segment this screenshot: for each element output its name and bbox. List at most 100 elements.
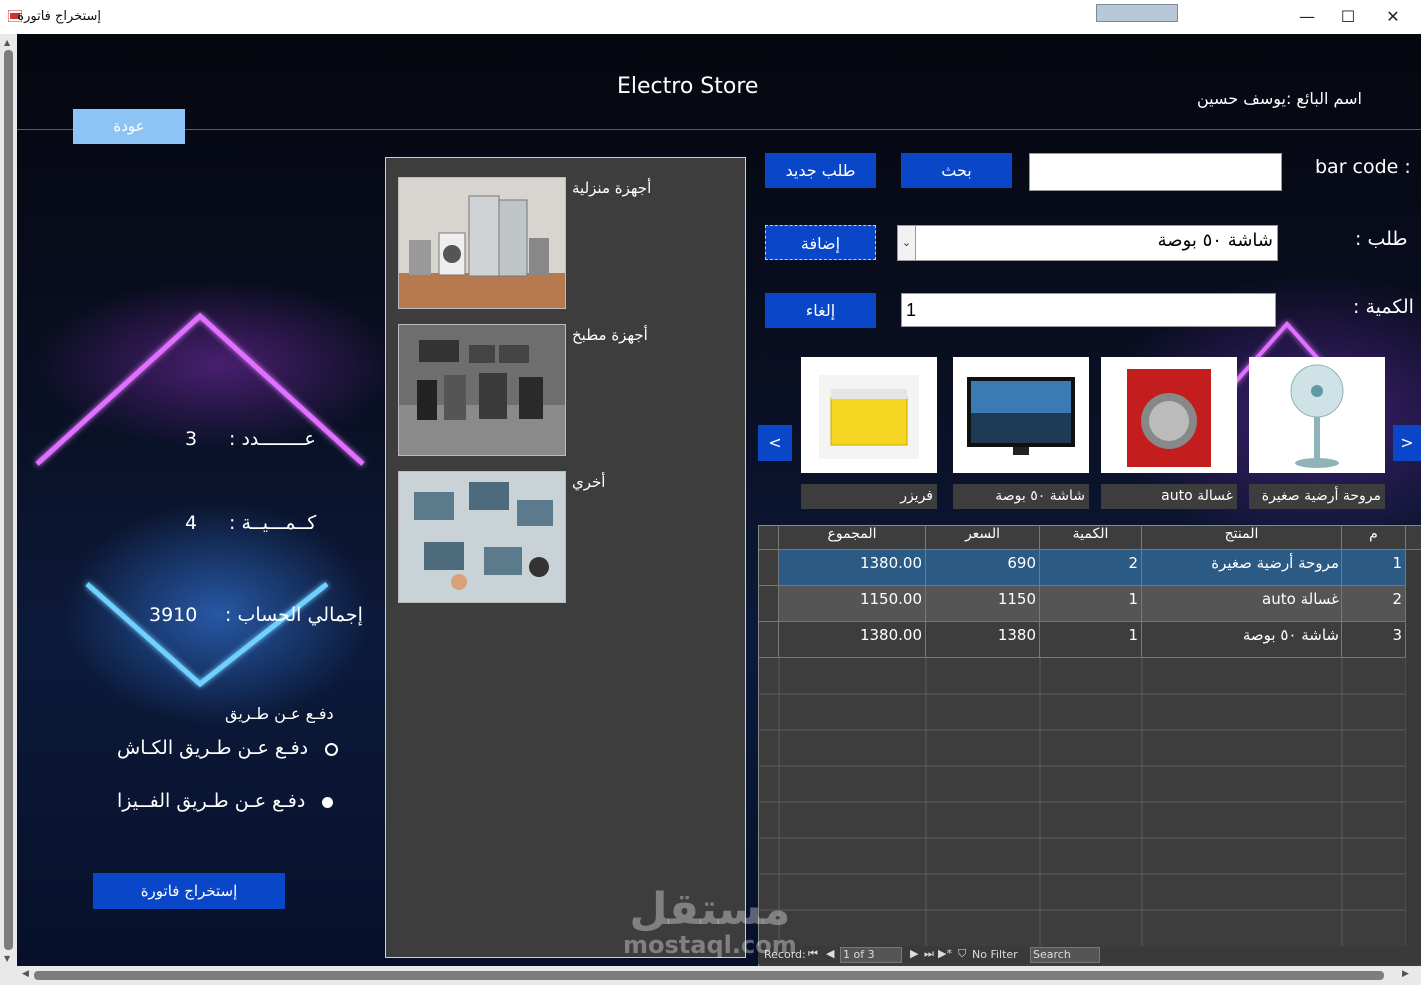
- row-total[interactable]: 1150.00: [779, 586, 926, 622]
- category-kitchen-label[interactable]: أجهزة مطبخ: [572, 326, 648, 344]
- header-index[interactable]: م: [1342, 526, 1406, 550]
- product-name-freezer: فريزر: [801, 484, 937, 509]
- scroll-right-icon[interactable]: ▶: [1402, 969, 1409, 979]
- carousel-prev-button[interactable]: <: [758, 425, 792, 461]
- new-order-button[interactable]: طلب جديد: [765, 153, 876, 188]
- scroll-left-icon[interactable]: ◀: [22, 969, 29, 979]
- header-divider: [17, 129, 1421, 130]
- quantity-input[interactable]: [901, 293, 1276, 327]
- row-product-text: مروحة أرضية صغيرة: [1211, 554, 1339, 572]
- seller-name: اسم البائع :يوسف حسين: [1197, 89, 1362, 108]
- freezer-image[interactable]: [801, 357, 937, 473]
- row-quantity[interactable]: 1: [1040, 622, 1142, 658]
- maximize-button[interactable]: ☐: [1325, 0, 1371, 34]
- payment-cash-label: دفـع عـن طـريق الكـاش: [117, 737, 309, 759]
- header-total[interactable]: المجموع: [779, 526, 926, 550]
- row-price[interactable]: 1380: [926, 622, 1040, 658]
- row-price[interactable]: 690: [926, 550, 1040, 586]
- floor-fan-image[interactable]: [1249, 357, 1385, 473]
- record-search-input[interactable]: Search: [1030, 947, 1100, 963]
- chevron-down-icon[interactable]: ⌄: [898, 226, 916, 260]
- window-title: إستخراج فاتورة: [17, 9, 101, 24]
- scroll-down-icon[interactable]: ▼: [4, 954, 10, 963]
- total-value: 3910: [149, 604, 198, 626]
- scroll-up-icon[interactable]: ▲: [4, 38, 10, 47]
- other-devices-image[interactable]: [398, 471, 566, 603]
- categories-panel: أجهزة منزلية أجهزة مطبخ أخري: [385, 157, 746, 958]
- grid-vertical-scrollbar[interactable]: [1406, 550, 1421, 946]
- tv-screen-image[interactable]: [953, 357, 1089, 473]
- carousel-next-button[interactable]: >: [1393, 425, 1421, 461]
- row-selector[interactable]: [759, 586, 779, 622]
- cancel-button[interactable]: إلغاء: [765, 293, 876, 328]
- header-product[interactable]: المنتج: [1142, 526, 1342, 550]
- row-selector[interactable]: [759, 622, 779, 658]
- cash-radio[interactable]: [325, 743, 339, 756]
- add-button[interactable]: إضافة: [765, 225, 876, 260]
- header-price[interactable]: السعر: [926, 526, 1040, 550]
- no-filter-label[interactable]: No Filter: [972, 948, 1018, 961]
- record-navigator: Record: ⏮ ◀ 1 of 3 ▶ ⏭ ▶* ⛉ No Filter Se…: [758, 946, 1421, 964]
- count-value: 3: [185, 428, 198, 450]
- washing-machine-image[interactable]: [1101, 357, 1237, 473]
- back-button[interactable]: عودة: [73, 109, 185, 144]
- quantity-label: الكمية :: [1353, 296, 1414, 318]
- row-product[interactable]: مروحة أرضية صغيرة: [1142, 550, 1342, 586]
- neon-triangles-decoration: [35, 312, 365, 688]
- row-total[interactable]: 1380.00: [779, 550, 926, 586]
- row-product[interactable]: غسالة auto: [1142, 586, 1342, 622]
- new-record-icon[interactable]: ▶*: [938, 947, 952, 960]
- record-position[interactable]: 1 of 3: [840, 947, 902, 963]
- row-product-text: غسالة auto: [1262, 590, 1339, 608]
- row-index[interactable]: 2: [1342, 586, 1406, 622]
- prev-record-icon[interactable]: ◀: [826, 947, 834, 960]
- category-other-label[interactable]: أخري: [572, 473, 605, 491]
- row-product[interactable]: شاشة ٥٠ بوصة: [1142, 622, 1342, 658]
- row-selector[interactable]: [759, 550, 779, 586]
- first-record-icon[interactable]: ⏮: [808, 947, 818, 961]
- filter-icon: ⛉: [958, 947, 967, 960]
- product-name-fan: مروحة أرضية صغيرة: [1249, 484, 1385, 509]
- payment-visa-option[interactable]: دفـع عـن طـريق الفــيزا: [117, 790, 334, 812]
- order-select[interactable]: ⌄ شاشة ٥٠ بوصة: [897, 225, 1278, 261]
- export-invoice-button[interactable]: إستخراج فاتورة: [93, 873, 285, 909]
- title-bar: إستخراج فاتورة — ☐ ✕: [0, 0, 1421, 35]
- row-index[interactable]: 3: [1342, 622, 1406, 658]
- order-label: طلب :: [1355, 228, 1408, 250]
- payment-cash-option[interactable]: دفـع عـن طـريق الكـاش: [117, 737, 339, 759]
- minimize-button[interactable]: —: [1284, 0, 1330, 34]
- watermark: مستقل mostaql.com: [623, 888, 797, 959]
- vertical-scroll-thumb[interactable]: [4, 50, 13, 950]
- row-quantity[interactable]: 1: [1040, 586, 1142, 622]
- vertical-scrollbar[interactable]: ▲ ▼: [0, 34, 17, 966]
- payment-title: دفـع عـن طـريق: [225, 704, 334, 723]
- next-record-icon[interactable]: ▶: [910, 947, 918, 960]
- row-total[interactable]: 1380.00: [779, 622, 926, 658]
- header-quantity[interactable]: الكمية: [1040, 526, 1142, 550]
- grid-corner: [759, 526, 779, 550]
- horizontal-scrollbar[interactable]: ◀ ▶: [0, 966, 1421, 985]
- horizontal-scroll-thumb[interactable]: [34, 971, 1384, 980]
- order-grid[interactable]: المجموع السعر الكمية المنتج م 1380.00 69…: [758, 525, 1421, 966]
- row-price[interactable]: 1150: [926, 586, 1040, 622]
- row-index[interactable]: 1: [1342, 550, 1406, 586]
- visa-radio[interactable]: [322, 797, 334, 808]
- barcode-input[interactable]: [1029, 153, 1282, 191]
- grid-scroll-corner: [1406, 526, 1421, 550]
- total-label: إجمالي الحساب :: [225, 604, 363, 626]
- row-quantity[interactable]: 2: [1040, 550, 1142, 586]
- product-name-washer: غسالة auto: [1101, 484, 1237, 509]
- quantity-summary-label: كــمـــيــة :: [229, 512, 317, 534]
- close-button[interactable]: ✕: [1370, 0, 1416, 34]
- empty-grid-lines: [759, 658, 1406, 946]
- payment-visa-label: دفـع عـن طـريق الفــيزا: [117, 790, 306, 812]
- order-select-value: شاشة ٥٠ بوصة: [1157, 230, 1273, 251]
- store-title: Electro Store: [617, 74, 759, 99]
- mini-toolbar[interactable]: [1096, 4, 1178, 22]
- category-home-label[interactable]: أجهزة منزلية: [572, 179, 651, 197]
- kitchen-appliances-image[interactable]: [398, 324, 566, 456]
- search-button[interactable]: بحث: [901, 153, 1012, 188]
- home-appliances-image[interactable]: [398, 177, 566, 309]
- product-name-tv: شاشة ٥٠ بوصة: [953, 484, 1089, 509]
- last-record-icon[interactable]: ⏭: [924, 947, 934, 961]
